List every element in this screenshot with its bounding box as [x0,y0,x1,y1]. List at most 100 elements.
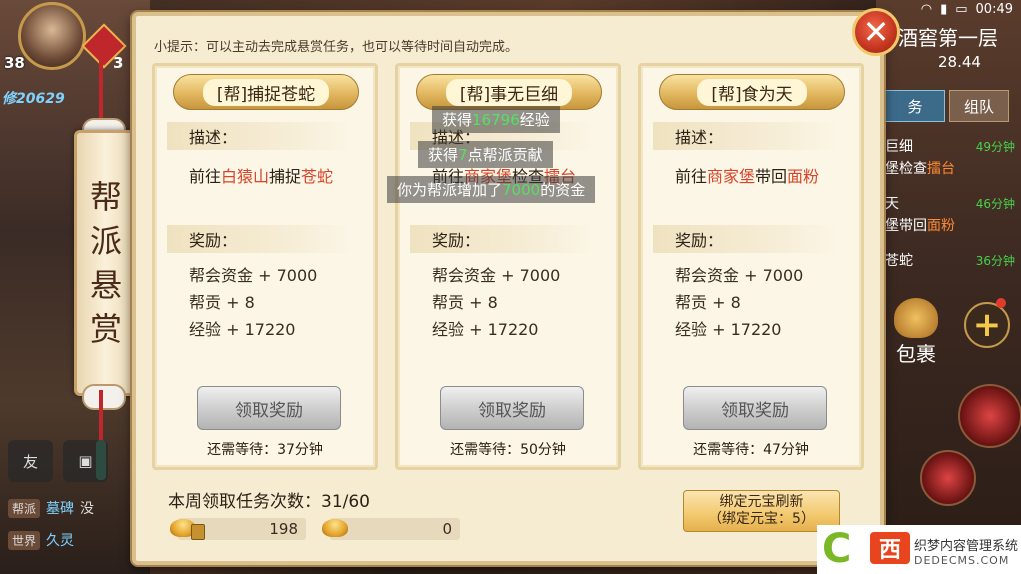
task-tracker-item[interactable]: 苍蛇 36分钟 [885,242,1021,299]
power-icon: 修 [2,91,16,107]
chat-sender[interactable]: 墓碑 [46,498,74,518]
task-name: 苍蛇 [885,253,913,269]
reward-item: 帮贡 + 8 [189,293,255,312]
msg-number: 7 [458,146,468,164]
friends-button[interactable]: 友 [8,440,53,482]
tab-team[interactable]: 组队 [949,90,1009,122]
task-detail: 堡带回面粉 [885,215,955,235]
task-tracker-item[interactable]: 巨细 49分钟 堡检查擂台 [885,128,1021,185]
player-level: 38 [4,54,25,72]
wait-time: 还需等待：50分钟 [450,442,566,458]
msg-text: 的资金 [540,181,586,199]
desc-text: 带回 [755,167,788,186]
close-icon: ✕ [862,13,890,51]
chat-channel: 帮派 [8,498,41,518]
wait-time: 还需等待：37分钟 [207,442,323,458]
msg-number: 16796 [472,111,520,129]
clock: 00:49 [975,1,1013,17]
gold-ingot-icon [322,519,348,537]
skill-icon[interactable] [958,384,1021,448]
reward-item: 帮贡 + 8 [675,293,741,312]
player-avatar[interactable] [18,2,86,70]
floating-message: 你为帮派增加了7000的资金 [387,176,596,203]
desc-text: 前往 [189,167,222,186]
tab-tasks[interactable]: 务 [885,90,945,122]
location-name: 酒窖第一层 [898,26,998,50]
refresh-cost: （绑定元宝：5） [708,511,815,527]
claim-reward-button[interactable]: 领取奖励 [440,386,584,430]
claim-reward-button[interactable]: 领取奖励 [683,386,827,430]
close-button[interactable]: ✕ [852,8,900,56]
msg-text: 你为帮派增加了 [397,181,503,199]
bounty-description: 前往白猿山捕捉苍蛇 [189,163,333,187]
battery-icon: ▭ [955,1,968,17]
desc-place: 商家堡 [707,167,756,186]
desc-target: 面粉 [787,167,820,186]
chat-sender[interactable]: 久灵 [46,530,74,550]
floating-message: 获得16796经验 [432,106,560,133]
bounty-description: 前往商家堡带回面粉 [675,163,819,187]
chat-bubble-icon: ▣ [78,452,93,470]
banner-char: 派 [89,222,122,260]
task-time: 36分钟 [975,254,1015,268]
description-label: 描述： [167,122,353,150]
reward-label: 奖励： [653,225,839,253]
bounty-card: [帮]捕捉苍蛇 描述： 前往白猿山捕捉苍蛇 奖励： 帮会资金 + 7000 帮贡… [152,63,378,470]
bounty-card: [帮]食为天 描述： 前往商家堡带回面粉 奖励： 帮会资金 + 7000 帮贡 … [638,63,864,470]
banner-char: 帮 [89,178,122,216]
skill-icon[interactable] [920,450,976,506]
task-name: 巨细 [885,139,913,155]
chat-line[interactable]: 帮派 墓碑 没 [8,498,94,518]
wait-time: 还需等待：47分钟 [693,442,809,458]
ingot-balance: 0 [330,518,460,540]
cloud-ornament-icon [82,384,126,410]
signal-icon: ▮ [940,1,948,17]
claim-reward-button[interactable]: 领取奖励 [197,386,341,430]
reward-item: 帮会资金 + 7000 [189,266,318,285]
task-tracker-item[interactable]: 天 46分钟 堡带回面粉 [885,185,1021,242]
watermark-logo: 西 [870,532,910,564]
location-coord: 28.44 [938,53,981,71]
hint-text: 小提示：可以主动去完成悬赏任务，也可以等待时间自动完成。 [154,40,519,55]
description-label: 描述： [653,122,839,150]
desc-place: 白猿山 [221,167,270,186]
reward-item: 帮会资金 + 7000 [675,266,804,285]
reward-item: 帮会资金 + 7000 [432,266,561,285]
task-detail: 堡检查擂台 [885,158,955,178]
msg-text: 经验 [519,111,550,129]
bounty-title: [帮]食为天 [659,74,845,110]
msg-text: 获得 [442,111,473,129]
task-detail-text: 堡检查 [885,161,927,177]
chat-channel: 世界 [8,530,41,550]
chat-line[interactable]: 世界 久灵 [8,530,74,550]
floating-message: 获得7点帮派贡献 [418,141,553,168]
task-target: 擂台 [927,161,955,177]
reward-item: 经验 + 17220 [189,320,296,339]
bounty-title-text: [帮]食为天 [697,78,807,106]
bounty-title-text: [帮]捕捉苍蛇 [202,78,330,106]
task-tracker: 巨细 49分钟 堡检查擂台 天 46分钟 堡带回面粉 苍蛇 36分钟 [885,128,1021,299]
reward-label: 奖励： [410,225,596,253]
social-buttons: 友 ▣ [8,440,108,482]
watermark-letter: C [822,526,852,572]
chat-button[interactable]: ▣ [63,440,108,482]
chat-text: 没 [80,501,95,517]
notification-dot [996,298,1006,308]
reward-item: 经验 + 17220 [675,320,782,339]
guild-bounty-banner: 帮 派 悬 赏 [74,130,138,396]
desc-text: 前往 [675,167,708,186]
task-name: 天 [885,196,899,212]
reward-item: 帮贡 + 8 [432,293,498,312]
watermark-text: 织梦内容管理系统 [914,539,1019,554]
bag-button[interactable]: 包裹 [888,298,944,368]
banner-char: 悬 [89,266,122,304]
msg-text: 点帮派贡献 [467,146,543,164]
power-value: 20629 [16,91,65,107]
task-target: 面粉 [927,218,955,234]
add-button[interactable]: + [964,302,1010,348]
refresh-label: 绑定元宝刷新 [719,494,804,510]
weekly-count: 本周领取任务次数：31/60 [168,492,370,512]
wifi-icon: ◠ [920,1,933,17]
plus-icon: + [972,305,1002,345]
combat-power: 修20629 [2,88,65,108]
